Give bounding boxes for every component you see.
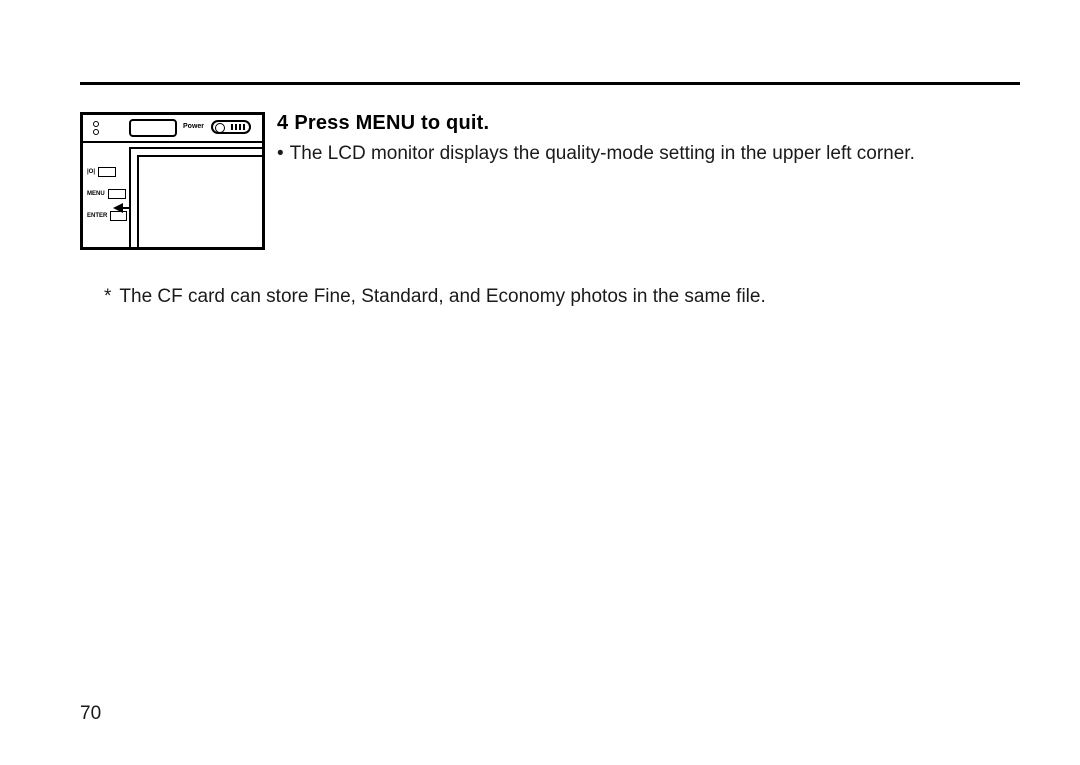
footnote-marker: * (104, 286, 111, 308)
top-lcd-icon (129, 119, 177, 137)
menu-button-icon (108, 189, 126, 199)
bullet-text: The LCD monitor displays the quality-mod… (290, 141, 915, 168)
step-bullet: • The LCD monitor displays the quality-m… (277, 141, 1020, 168)
step-heading: 4 Press MENU to quit. (277, 112, 1020, 135)
io-button-icon (98, 167, 116, 177)
footnote: * The CF card can store Fine, Standard, … (80, 286, 1020, 308)
power-label: Power (183, 123, 204, 130)
io-label: |O| (87, 169, 95, 175)
bullet-dot-icon: • (277, 141, 284, 168)
rear-lcd-frame (129, 147, 262, 247)
menu-label: MENU (87, 191, 105, 197)
step-row: Power |O| MENU ENTER 4 Press MENU to quit… (80, 112, 1020, 250)
step-number: 4 (277, 112, 288, 134)
manual-page: Power |O| MENU ENTER 4 Press MENU to quit… (0, 0, 1080, 765)
step-text: 4 Press MENU to quit. • The LCD monitor d… (277, 112, 1020, 250)
side-buttons: |O| MENU ENTER (87, 165, 127, 231)
step-title: Press MENU to quit. (294, 112, 489, 134)
camera-illustration: Power |O| MENU ENTER (80, 112, 265, 250)
page-number: 70 (80, 703, 101, 725)
camera-top-panel: Power (83, 115, 262, 143)
power-switch-icon (211, 120, 251, 134)
footnote-text: The CF card can store Fine, Standard, an… (119, 286, 765, 308)
section-divider (80, 82, 1020, 85)
rear-lcd-inner (137, 155, 262, 247)
enter-label: ENTER (87, 213, 107, 219)
